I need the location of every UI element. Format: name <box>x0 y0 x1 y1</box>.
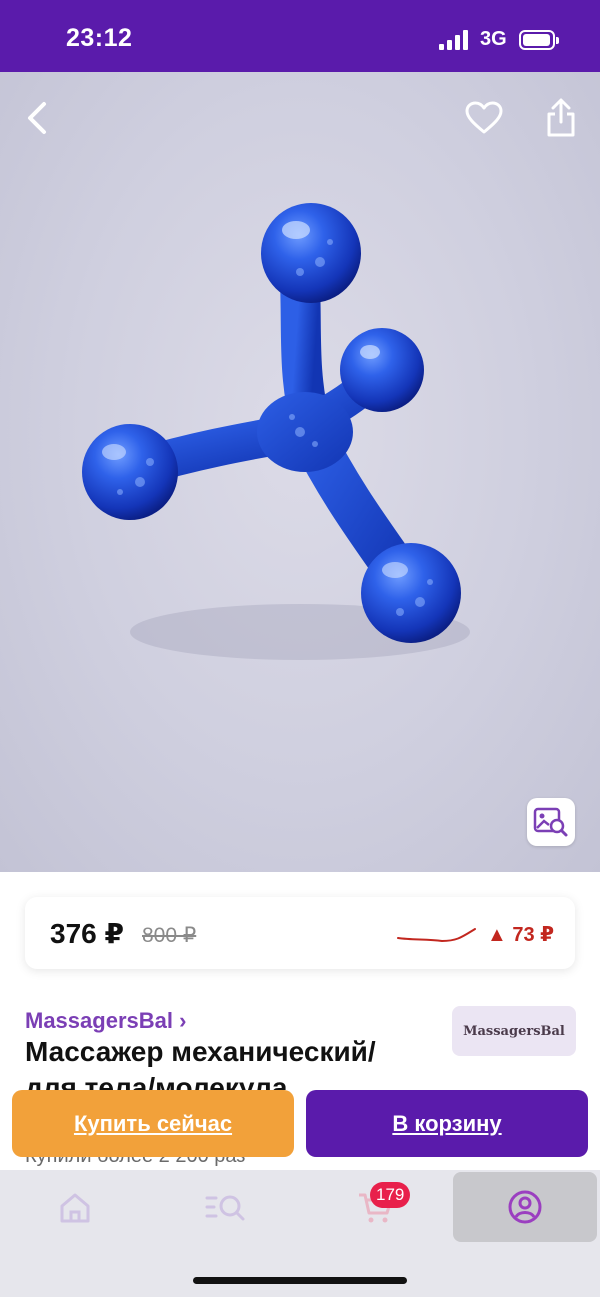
home-icon <box>60 1193 90 1223</box>
signal-icon <box>439 30 469 50</box>
old-price: 800 ₽ <box>142 924 197 947</box>
status-bar: 23:12 3G <box>0 0 600 72</box>
nav-catalog[interactable] <box>190 1170 260 1246</box>
product-photo <box>82 203 470 660</box>
image-search-icon <box>533 807 568 837</box>
current-price: 376 ₽ <box>50 918 124 949</box>
share-icon <box>547 98 575 137</box>
favorite-button[interactable] <box>460 94 508 142</box>
heart-icon <box>465 101 503 134</box>
home-indicator[interactable] <box>193 1277 407 1284</box>
battery-icon <box>519 30 559 50</box>
back-button[interactable] <box>14 94 62 142</box>
price-trend-chart <box>397 928 476 943</box>
seller-logo[interactable]: MassagersBal <box>452 1006 576 1056</box>
status-time: 23:12 <box>66 24 133 52</box>
seller-link[interactable]: MassagersBal › <box>25 1008 186 1034</box>
price-card[interactable]: 376 ₽ 800 ₽ ▲ 73 ₽ <box>25 897 575 969</box>
price-change: ▲ 73 ₽ <box>487 924 555 946</box>
image-search-button[interactable] <box>527 798 575 846</box>
chevron-left-icon <box>28 102 46 134</box>
catalog-search-icon <box>205 1195 245 1221</box>
buy-now-button[interactable]: Купить сейчас <box>12 1090 294 1157</box>
add-to-cart-button[interactable]: В корзину <box>306 1090 588 1157</box>
network-type: 3G <box>480 28 507 50</box>
nav-home[interactable] <box>40 1170 110 1246</box>
nav-profile[interactable] <box>453 1172 597 1242</box>
profile-icon <box>508 1190 542 1224</box>
product-title: Массажер механический/ для тела/молекула <box>25 1036 376 1090</box>
product-image[interactable] <box>0 72 600 872</box>
share-button[interactable] <box>537 94 585 142</box>
cart-badge: 179 <box>370 1182 411 1208</box>
